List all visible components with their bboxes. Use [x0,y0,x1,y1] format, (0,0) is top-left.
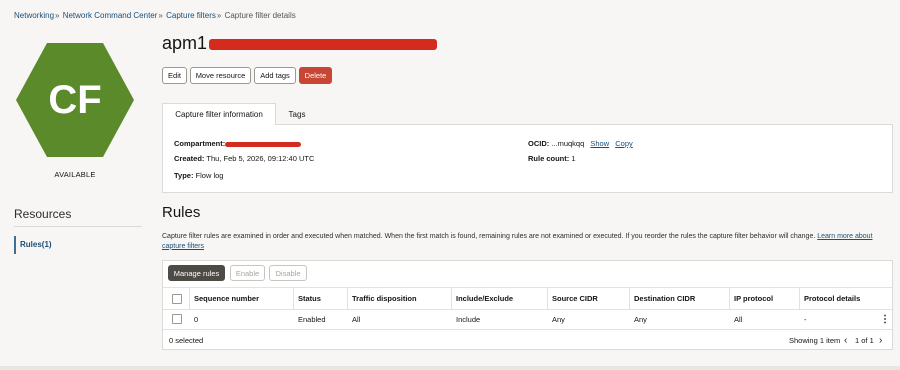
created-value: Thu, Feb 5, 2026, 09:12:40 UTC [206,154,315,163]
header-checkbox-cell [168,288,188,309]
cell-ip-protocol: All [734,314,743,324]
manage-rules-button[interactable]: Manage rules [168,265,225,281]
column-header-traffic-disposition[interactable]: Traffic disposition [347,288,421,309]
resource-badge: CF [15,42,135,158]
sidebar-item-rules[interactable]: Rules(1) [14,236,52,254]
chevron-left-icon[interactable]: ‹ [844,331,847,349]
badge-initials: CF [48,77,102,122]
column-header-destination-cidr[interactable]: Destination CIDR [629,288,729,309]
ocid-value: ...muqkqq [551,139,585,148]
rule-count-value: 1 [571,154,576,163]
column-header-protocol-details[interactable]: Protocol details [799,288,892,309]
column-header-include-exclude[interactable]: Include/Exclude [451,288,547,309]
type-row: Type: Flow log [174,171,223,180]
cell-destination-cidr: Any [634,314,647,324]
enable-button[interactable]: Enable [230,265,265,281]
created-label: Created: [174,154,205,163]
cell-sequence-number: 0 [194,314,199,324]
copy-ocid-link[interactable]: Copy [615,139,633,148]
tab-tags[interactable]: Tags [278,103,316,125]
compartment-row: Compartment: [174,139,302,148]
breadcrumb: Networking» Network Command Center» Capt… [14,11,296,20]
column-header-sequence-number[interactable]: Sequence number [189,288,293,309]
rule-count-row: Rule count: 1 [528,154,576,163]
rules-table: Manage rules Enable Disable Sequence num… [162,260,893,350]
type-value: Flow log [195,171,224,180]
breadcrumb-separator: » [55,11,60,20]
divider [14,226,142,227]
type-label: Type: [174,171,194,180]
redaction [209,38,438,50]
add-tags-button[interactable]: Add tags [254,67,296,84]
column-header-ip-protocol[interactable]: IP protocol [729,288,799,309]
cell-protocol-details: - [804,314,807,324]
column-header-source-cidr[interactable]: Source CIDR [547,288,629,309]
show-ocid-link[interactable]: Show [590,139,609,148]
redaction [225,141,302,147]
move-resource-button[interactable]: Move resource [190,67,251,84]
cell-source-cidr: Any [552,314,565,324]
breadcrumb-separator: » [158,11,163,20]
created-row: Created: Thu, Feb 5, 2026, 09:12:40 UTC [174,154,314,163]
cell-status: Enabled [298,314,326,324]
disable-button[interactable]: Disable [269,265,307,281]
ocid-label: OCID: [528,139,550,148]
table-footer: 0 selected Showing 1 item ‹ 1 of 1 › [163,331,892,349]
page-title: apm1 [162,33,438,54]
pagination-label: 1 of 1 [855,335,874,345]
row-actions-menu-icon[interactable]: ⋮ [879,309,891,329]
select-all-checkbox[interactable] [172,293,182,304]
resources-title: Resources [14,207,72,221]
page-title-text: apm1 [162,33,208,53]
compartment-label: Compartment: [174,139,226,148]
selected-count: 0 selected [169,335,204,345]
rules-description: Capture filter rules are examined in ord… [162,232,892,251]
row-checkbox[interactable] [172,314,182,324]
breadcrumb-current: Capture filter details [224,11,296,20]
rules-title: Rules [162,204,201,221]
breadcrumb-separator: » [216,11,222,20]
table-header-row: Sequence number Status Traffic dispositi… [163,287,892,310]
breadcrumb-networking[interactable]: Networking [14,11,54,20]
info-panel: Compartment: Created: Thu, Feb 5, 2026, … [162,124,893,193]
edit-button[interactable]: Edit [162,67,187,84]
row-checkbox-cell [168,309,188,329]
status-label: AVAILABLE [54,170,96,179]
cell-traffic-disposition: All [352,314,361,324]
divider [0,366,900,370]
ocid-row: OCID: ...muqkqq Show Copy [528,139,633,148]
chevron-right-icon[interactable]: › [879,331,882,349]
column-header-status[interactable]: Status [293,288,347,309]
delete-button[interactable]: Delete [299,67,332,84]
tab-capture-filter-information[interactable]: Capture filter information [162,103,276,125]
rules-description-text: Capture filter rules are examined in ord… [162,233,816,240]
breadcrumb-capture-filters[interactable]: Capture filters [166,11,216,20]
breadcrumb-network-command-center[interactable]: Network Command Center [63,11,158,20]
rule-count-label: Rule count: [528,154,570,163]
cell-include-exclude: Include [456,314,481,324]
showing-count: Showing 1 item [789,335,841,345]
table-row[interactable]: 0 Enabled All Include Any Any All - ⋮ [163,309,892,330]
